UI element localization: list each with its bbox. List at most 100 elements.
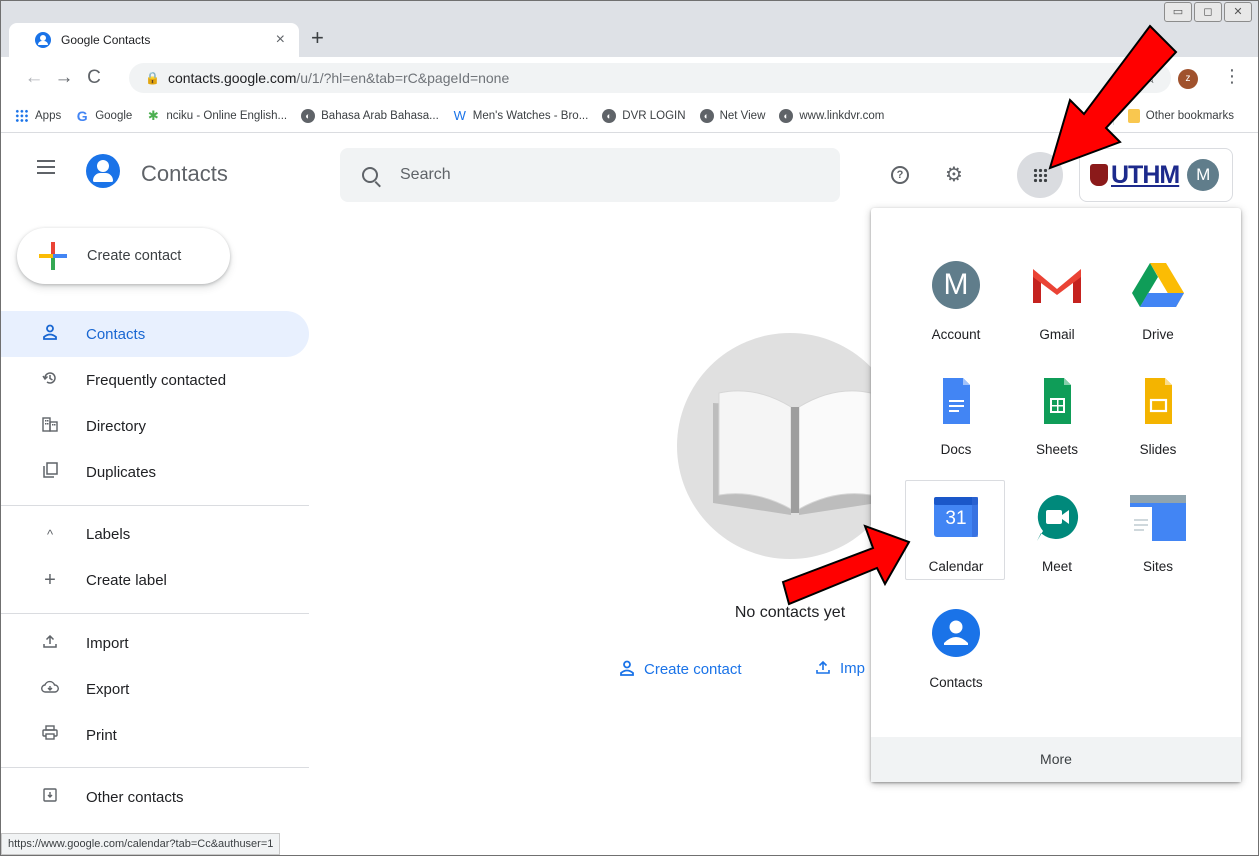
lock-icon: 🔒: [145, 71, 160, 85]
bookmark-net-view[interactable]: ◐ Net View: [699, 108, 765, 123]
bookmarks-bar: Apps G Google ✱ nciku - Online English... …: [1, 99, 1258, 133]
sidebar-item-print[interactable]: Print: [1, 712, 309, 758]
launcher-app-drive[interactable]: Drive: [1107, 248, 1207, 348]
app-name: Sheets: [1035, 442, 1079, 457]
forward-button[interactable]: →: [49, 67, 79, 89]
create-contact-button[interactable]: Create contact: [17, 228, 230, 284]
launcher-app-docs[interactable]: Docs: [905, 363, 1005, 463]
app-name: Contacts: [929, 675, 983, 690]
globe-icon: ◐: [699, 108, 714, 123]
sidebar-item-other-contacts[interactable]: Other contacts: [1, 774, 309, 820]
apps-grid-icon: [15, 108, 29, 123]
status-bar-url: https://www.google.com/calendar?tab=Cc&a…: [1, 833, 281, 855]
sidebar-item-duplicates[interactable]: Duplicates: [1, 449, 309, 495]
empty-state-message: No contacts yet: [734, 604, 846, 621]
search-bar[interactable]: [340, 148, 840, 202]
create-label-item[interactable]: + Create label: [1, 557, 309, 603]
bookmark-google[interactable]: G Google: [75, 107, 133, 124]
globe-icon: ◐: [779, 108, 794, 123]
create-contact-link[interactable]: Create contact: [620, 660, 742, 679]
history-icon: [38, 370, 62, 391]
reload-button[interactable]: C: [79, 67, 109, 89]
colored-plus-icon: [39, 242, 67, 270]
launcher-app-meet[interactable]: Meet: [1006, 480, 1106, 580]
open-book-icon: [713, 390, 877, 515]
sidebar-item-frequently-contacted[interactable]: Frequently contacted: [1, 357, 309, 403]
tab-close-icon[interactable]: ×: [272, 31, 289, 49]
sidebar-item-label: Other contacts: [86, 788, 184, 806]
sidebar-item-label: Directory: [86, 417, 147, 435]
copy-icon: [38, 461, 62, 483]
create-contact-label: Create contact: [87, 248, 182, 264]
import-link[interactable]: Imp: [816, 660, 865, 677]
bookmark-separator: [1112, 106, 1114, 125]
launcher-app-account[interactable]: M Account: [905, 248, 1005, 348]
bookmark-nciku[interactable]: ✱ nciku - Online English...: [146, 107, 287, 123]
app-launcher-panel: M Account Gmail Drive Docs Sheets Slides: [871, 208, 1241, 782]
google-apps-button[interactable]: [1017, 152, 1063, 198]
uthm-logo: UTHM: [1090, 161, 1180, 190]
chevron-up-icon: ^: [46, 526, 54, 542]
browser-menu-icon[interactable]: ⋮: [1223, 66, 1241, 87]
cloud-download-icon: [38, 680, 62, 699]
globe-icon: ◐: [602, 108, 617, 123]
gmail-icon: [1033, 261, 1081, 309]
bookmark-star-icon[interactable]: ☆: [1142, 68, 1157, 88]
app-name: Drive: [1142, 327, 1174, 342]
bookmark-linkdvr[interactable]: ◐ www.linkdvr.com: [779, 108, 884, 123]
new-tab-button[interactable]: +: [311, 25, 324, 51]
account-switcher[interactable]: UTHM M: [1079, 148, 1233, 202]
labels-header[interactable]: ^ Labels: [1, 511, 309, 557]
launcher-app-sheets[interactable]: Sheets: [1006, 363, 1106, 463]
google-g-icon: G: [76, 107, 88, 124]
sidebar-divider: [1, 505, 309, 506]
app-name: Slides: [1139, 442, 1177, 457]
launcher-app-gmail[interactable]: Gmail: [1006, 248, 1106, 348]
nciku-icon: ✱: [147, 107, 159, 123]
sidebar-item-directory[interactable]: Directory: [1, 403, 309, 449]
bookmark-mens-watches[interactable]: W Men's Watches - Bro...: [453, 108, 589, 123]
search-input[interactable]: [400, 166, 780, 184]
close-window-button[interactable]: ✕: [1224, 2, 1252, 22]
bookmark-dvr-login[interactable]: ◐ DVR LOGIN: [602, 108, 686, 123]
sidebar-item-label: Import: [86, 634, 129, 652]
browser-tab[interactable]: Google Contacts ×: [9, 23, 299, 57]
sidebar-item-export[interactable]: Export: [1, 666, 309, 712]
url-path: /u/1/?hl=en&tab=rC&pageId=none: [296, 70, 510, 86]
main-menu-icon[interactable]: [37, 160, 55, 178]
app-name: Gmail: [1039, 327, 1075, 342]
other-bookmarks[interactable]: Other bookmarks: [1112, 106, 1234, 125]
settings-gear-icon[interactable]: ⚙: [945, 162, 963, 187]
help-icon[interactable]: ?: [891, 166, 909, 184]
account-icon: M: [932, 261, 980, 309]
sidebar-item-contacts[interactable]: Contacts: [1, 311, 309, 357]
sidebar-divider: [1, 767, 309, 768]
launcher-app-calendar[interactable]: 31 Calendar: [905, 480, 1005, 580]
launcher-app-slides[interactable]: Slides: [1107, 363, 1207, 463]
create-contact-link-label: Create contact: [644, 661, 742, 678]
app-title: Contacts: [141, 161, 228, 186]
launcher-app-sites[interactable]: Sites: [1107, 480, 1207, 580]
launcher-more-button[interactable]: More: [871, 737, 1241, 782]
upload-icon: [38, 634, 62, 653]
address-bar[interactable]: 🔒 contacts.google.com/u/1/?hl=en&tab=rC&…: [129, 63, 1171, 93]
drive-icon: [1132, 261, 1184, 309]
back-button[interactable]: ←: [19, 67, 49, 89]
launcher-app-contacts[interactable]: Contacts: [905, 596, 1005, 696]
plus-icon: +: [44, 568, 56, 591]
app-name: Docs: [940, 442, 972, 457]
sidebar-item-label: Duplicates: [86, 463, 157, 481]
profile-avatar[interactable]: z: [1178, 69, 1198, 89]
sidebar-item-label: Print: [86, 726, 117, 744]
contacts-icon: [932, 609, 980, 657]
search-icon[interactable]: [362, 167, 378, 183]
app-header: Contacts ? ⚙ UTHM M: [1, 134, 1258, 206]
sidebar-item-import[interactable]: Import: [1, 620, 309, 666]
url-host: contacts.google.com: [167, 70, 297, 86]
bookmark-apps[interactable]: Apps: [15, 108, 61, 123]
person-icon: [620, 660, 634, 679]
account-avatar[interactable]: M: [1187, 159, 1220, 191]
minimize-button[interactable]: ▭: [1164, 2, 1192, 22]
bookmark-bahasa-arab[interactable]: ◐ Bahasa Arab Bahasa...: [301, 108, 439, 123]
maximize-button[interactable]: ◻: [1194, 2, 1222, 22]
